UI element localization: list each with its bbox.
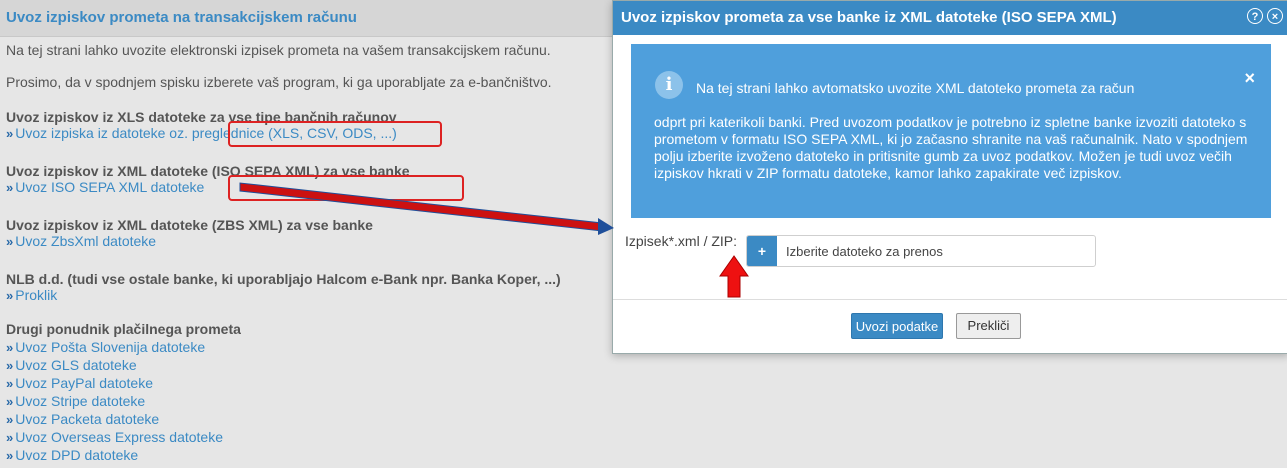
section-title-nlb: NLB d.d. (tudi vse ostale banke, ki upor… xyxy=(6,271,561,287)
intro-text-2: Prosimo, da v spodnjem spisku izberete v… xyxy=(6,74,552,90)
chevron-right-icon: » xyxy=(6,234,13,249)
link-proklik[interactable]: » Proklik xyxy=(6,287,57,303)
chevron-right-icon: » xyxy=(6,394,13,409)
page-header: Uvoz izpiskov prometa na transakcijskem … xyxy=(0,0,612,37)
help-icon[interactable]: ? xyxy=(1247,8,1263,24)
link-zbsxml-import[interactable]: » Uvoz ZbsXml datoteke xyxy=(6,233,156,249)
highlight-box-sepa-link xyxy=(228,175,464,201)
file-placeholder: Izberite datoteko za prenos xyxy=(786,244,943,259)
chevron-right-icon: » xyxy=(6,412,13,427)
info-close-icon[interactable]: × xyxy=(1244,68,1255,89)
modal-header: Uvoz izpiskov prometa za vse banke iz XM… xyxy=(613,1,1287,35)
chevron-right-icon: » xyxy=(6,340,13,355)
highlight-box-xls-link xyxy=(228,121,442,147)
intro-text-1: Na tej strani lahko uvozite elektronski … xyxy=(6,42,551,58)
link-posta-slovenija[interactable]: » Uvoz Pošta Slovenija datoteke xyxy=(6,339,205,355)
link-packeta[interactable]: » Uvoz Packeta datoteke xyxy=(6,411,159,427)
info-icon: i xyxy=(655,71,683,99)
add-file-button[interactable]: + xyxy=(747,236,777,266)
chevron-right-icon: » xyxy=(6,376,13,391)
chevron-right-icon: » xyxy=(6,288,13,303)
page-title: Uvoz izpiskov prometa na transakcijskem … xyxy=(6,9,357,26)
section-title-other: Drugi ponudnik plačilnega prometa xyxy=(6,321,241,337)
link-overseas-express[interactable]: » Uvoz Overseas Express datoteke xyxy=(6,429,223,445)
section-title-zbs: Uvoz izpiskov iz XML datoteke (ZBS XML) … xyxy=(6,217,373,233)
link-paypal[interactable]: » Uvoz PayPal datoteke xyxy=(6,375,153,391)
chevron-right-icon: » xyxy=(6,180,13,195)
info-text-body: odprt pri katerikoli banki. Pred uvozom … xyxy=(654,114,1248,181)
chevron-right-icon: » xyxy=(6,430,13,445)
file-upload-field[interactable]: + Izberite datoteko za prenos xyxy=(746,235,1096,267)
cancel-button[interactable]: Prekliči xyxy=(956,313,1021,339)
file-field-label: Izpisek*.xml / ZIP: xyxy=(625,233,738,249)
footer-divider xyxy=(613,299,1287,300)
chevron-right-icon: » xyxy=(6,126,13,141)
modal-title: Uvoz izpiskov prometa za vse banke iz XM… xyxy=(621,9,1117,26)
close-icon[interactable]: × xyxy=(1267,8,1283,24)
import-modal: Uvoz izpiskov prometa za vse banke iz XM… xyxy=(612,0,1287,354)
link-dpd[interactable]: » Uvoz DPD datoteke xyxy=(6,447,138,463)
chevron-right-icon: » xyxy=(6,358,13,373)
info-text-first-line: Na tej strani lahko avtomatsko uvozite X… xyxy=(696,80,1135,96)
link-gls[interactable]: » Uvoz GLS datoteke xyxy=(6,357,137,373)
info-alert: i × Na tej strani lahko avtomatsko uvozi… xyxy=(631,44,1271,218)
chevron-right-icon: » xyxy=(6,448,13,463)
import-button[interactable]: Uvozi podatke xyxy=(851,313,943,339)
link-iso-sepa-import[interactable]: » Uvoz ISO SEPA XML datoteke xyxy=(6,179,204,195)
link-stripe[interactable]: » Uvoz Stripe datoteke xyxy=(6,393,145,409)
